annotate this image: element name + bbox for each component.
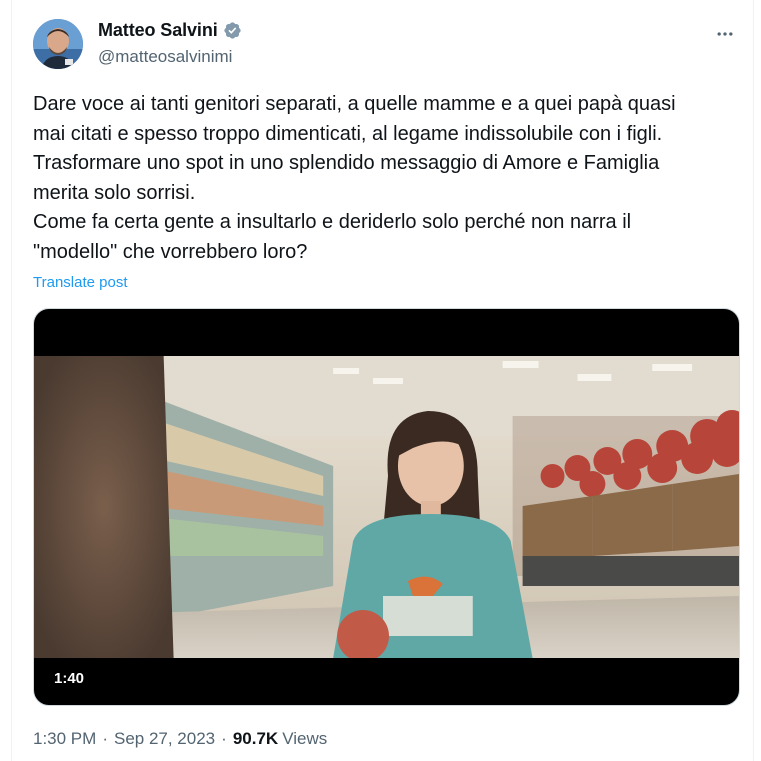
author-handle[interactable]: @matteosalvinimi (98, 47, 232, 67)
avatar-image (33, 19, 83, 69)
views-label[interactable]: Views (282, 729, 327, 749)
author-name[interactable]: Matteo Salvini (98, 20, 218, 41)
author-name-row[interactable]: Matteo Salvini (98, 20, 242, 41)
tweet-date[interactable]: Sep 27, 2023 (114, 729, 215, 749)
avatar[interactable] (33, 19, 83, 69)
tweet-card: Matteo Salvini @matteosalvinimi Dare voc… (11, 0, 754, 761)
meta-separator: · (221, 729, 227, 748)
translate-post-link[interactable]: Translate post (33, 274, 128, 291)
tweet-text: Dare voce ai tanti genitori separati, a … (33, 93, 676, 263)
meta-separator: · (102, 729, 108, 748)
video-frame-image (34, 356, 739, 658)
video-thumbnail[interactable] (34, 356, 739, 658)
more-options-button[interactable] (713, 22, 737, 46)
views-count[interactable]: 90.7K (233, 729, 278, 749)
verified-badge-icon[interactable] (223, 21, 242, 40)
tweet-time[interactable]: 1:30 PM (33, 729, 96, 749)
video-duration: 1:40 (54, 670, 85, 687)
more-horizontal-icon (717, 32, 733, 36)
video-player[interactable]: 1:40 (33, 308, 740, 706)
tweet-meta: 1:30 PM · Sep 27, 2023 · 90.7K Views (33, 729, 327, 749)
